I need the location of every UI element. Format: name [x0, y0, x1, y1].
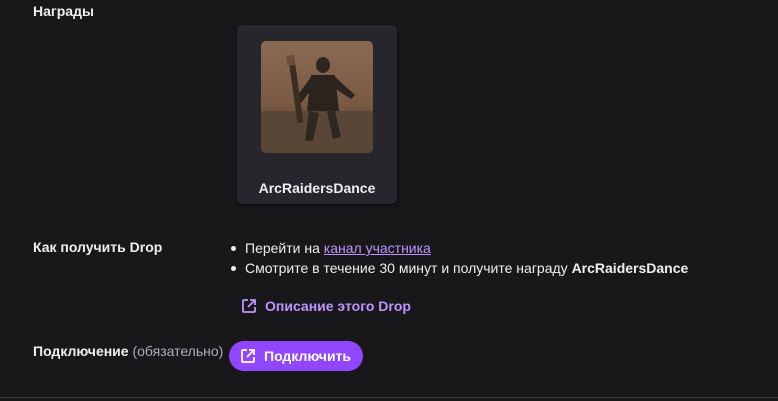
reward-card[interactable]: ArcRaidersDance: [237, 25, 397, 204]
reward-name: ArcRaidersDance: [258, 180, 376, 196]
drop-details-page: Награды ArcRaidersDance Как получить Dro…: [0, 0, 778, 401]
bottom-divider: [0, 397, 778, 398]
drop-description-label: Описание этого Drop: [265, 298, 411, 314]
list-item: Перейти на канал участника: [230, 238, 688, 258]
step2-text: Смотрите в течение 30 минут и получите н…: [245, 260, 572, 276]
connection-label-text: Подключение: [33, 343, 129, 359]
step2-reward-name: ArcRaidersDance: [571, 260, 689, 276]
participant-channel-link[interactable]: канал участника: [324, 240, 431, 256]
external-link-icon: [242, 299, 256, 313]
how-to-label: Как получить Drop: [33, 239, 163, 255]
step1-text: Перейти на: [245, 240, 324, 256]
rewards-title: Награды: [33, 3, 94, 19]
connect-button-label: Подключить: [264, 348, 352, 364]
drop-steps-list: Перейти на канал участника Смотрите в те…: [230, 238, 688, 278]
list-item: Смотрите в течение 30 минут и получите н…: [230, 258, 688, 278]
connect-button[interactable]: Подключить: [229, 341, 364, 371]
connection-required-note: (обязательно): [132, 343, 224, 359]
reward-image: [261, 41, 373, 153]
external-link-icon: [241, 349, 255, 363]
drop-description-link[interactable]: Описание этого Drop: [241, 298, 411, 314]
connection-label: Подключение (обязательно): [33, 343, 223, 359]
